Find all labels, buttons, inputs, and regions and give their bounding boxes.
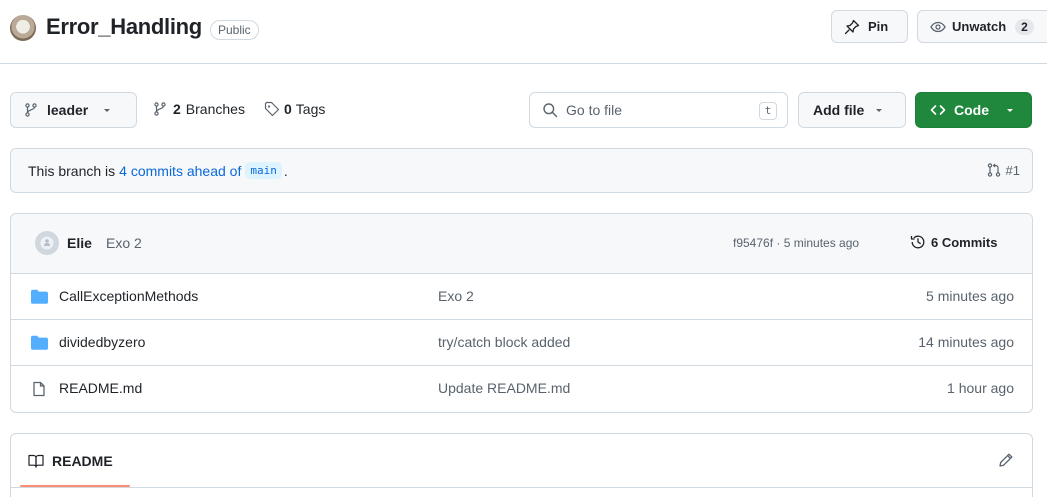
branch-name: leader	[47, 102, 89, 118]
commits-ahead-link[interactable]: 4 commits ahead of	[119, 163, 241, 179]
code-icon	[930, 102, 946, 118]
search-icon	[542, 102, 558, 118]
pencil-icon[interactable]	[998, 452, 1014, 468]
file-commit-message[interactable]: Exo 2	[438, 288, 474, 304]
branch-select-button[interactable]: leader	[10, 92, 137, 128]
pin-button[interactable]: Pin	[831, 10, 908, 43]
folder-icon	[31, 289, 48, 304]
git-pull-request-icon	[986, 162, 1002, 178]
ahead-prefix: This branch is	[28, 162, 116, 179]
readme-divider	[11, 487, 1032, 488]
branch-ahead-banner: This branch is 4 commits ahead of main .…	[10, 148, 1033, 193]
folder-icon	[31, 335, 48, 350]
readme-tab-label: README	[52, 453, 113, 469]
chevron-down-icon	[102, 105, 112, 115]
file-commit-message[interactable]: try/catch block added	[438, 334, 570, 350]
file-name[interactable]: dividedbyzero	[59, 334, 145, 350]
add-file-button[interactable]: Add file	[798, 92, 906, 128]
chevron-down-icon	[1005, 105, 1015, 115]
pin-icon	[844, 19, 860, 35]
repo-header: Error_Handling Public Pin Unwatch 2	[0, 0, 1047, 64]
tags-count: 0	[284, 101, 292, 117]
visibility-badge: Public	[210, 20, 259, 40]
tags-link[interactable]: 0 Tags	[264, 101, 325, 117]
branches-link[interactable]: 2 Branches	[152, 101, 245, 117]
unwatch-button[interactable]: Unwatch 2	[917, 10, 1047, 43]
owner-avatar[interactable]	[10, 15, 36, 41]
pin-label: Pin	[868, 19, 889, 34]
readme-panel: README	[10, 433, 1033, 497]
file-name[interactable]: README.md	[59, 380, 142, 396]
file-name[interactable]: CallExceptionMethods	[59, 288, 198, 304]
shortcut-key: t	[759, 102, 777, 120]
file-commit-time: 1 hour ago	[947, 380, 1014, 396]
code-label: Code	[954, 102, 989, 118]
tag-icon	[264, 101, 280, 117]
watch-count: 2	[1015, 18, 1034, 35]
book-icon	[28, 453, 44, 469]
eye-icon	[930, 19, 946, 35]
table-row[interactable]: CallExceptionMethods Exo 2 5 minutes ago	[11, 274, 1032, 320]
branches-count: 2	[173, 101, 181, 117]
file-icon	[31, 381, 47, 397]
table-row[interactable]: README.md Update README.md 1 hour ago	[11, 366, 1032, 412]
commit-meta[interactable]: f95476f · 5 minutes ago	[733, 236, 859, 250]
chevron-down-icon	[874, 105, 884, 115]
pull-request-ref: #1	[1005, 162, 1020, 178]
commit-message[interactable]: Exo 2	[106, 235, 142, 251]
unwatch-label: Unwatch	[952, 19, 1007, 34]
table-row[interactable]: dividedbyzero try/catch block added 14 m…	[11, 320, 1032, 366]
base-branch-label[interactable]: main	[245, 162, 282, 179]
add-file-label: Add file	[813, 102, 865, 118]
history-icon	[910, 234, 926, 250]
git-branch-icon	[23, 102, 39, 118]
commit-author[interactable]: Elie	[67, 235, 92, 251]
file-commit-message[interactable]: Update README.md	[438, 380, 570, 396]
latest-commit-row: Elie Exo 2 f95476f · 5 minutes ago 6 Com…	[11, 214, 1032, 274]
commit-author-avatar[interactable]	[35, 231, 59, 255]
file-table: Elie Exo 2 f95476f · 5 minutes ago 6 Com…	[10, 213, 1033, 413]
git-branch-icon	[152, 101, 168, 117]
search-placeholder: Go to file	[566, 102, 623, 118]
commits-label: 6 Commits	[931, 234, 998, 250]
go-to-file-input[interactable]: Go to file t	[529, 92, 788, 128]
file-commit-time: 5 minutes ago	[926, 288, 1014, 304]
code-button[interactable]: Code	[915, 92, 1032, 128]
commits-history-link[interactable]: 6 Commits	[910, 234, 997, 250]
pull-request-link[interactable]: #1	[986, 162, 1020, 178]
branches-label: Branches	[185, 101, 245, 117]
tags-label: Tags	[295, 101, 326, 117]
file-commit-time: 14 minutes ago	[918, 334, 1014, 350]
ahead-suffix: .	[283, 162, 288, 179]
tab-readme[interactable]: README	[28, 453, 113, 469]
repo-name[interactable]: Error_Handling	[46, 14, 202, 40]
